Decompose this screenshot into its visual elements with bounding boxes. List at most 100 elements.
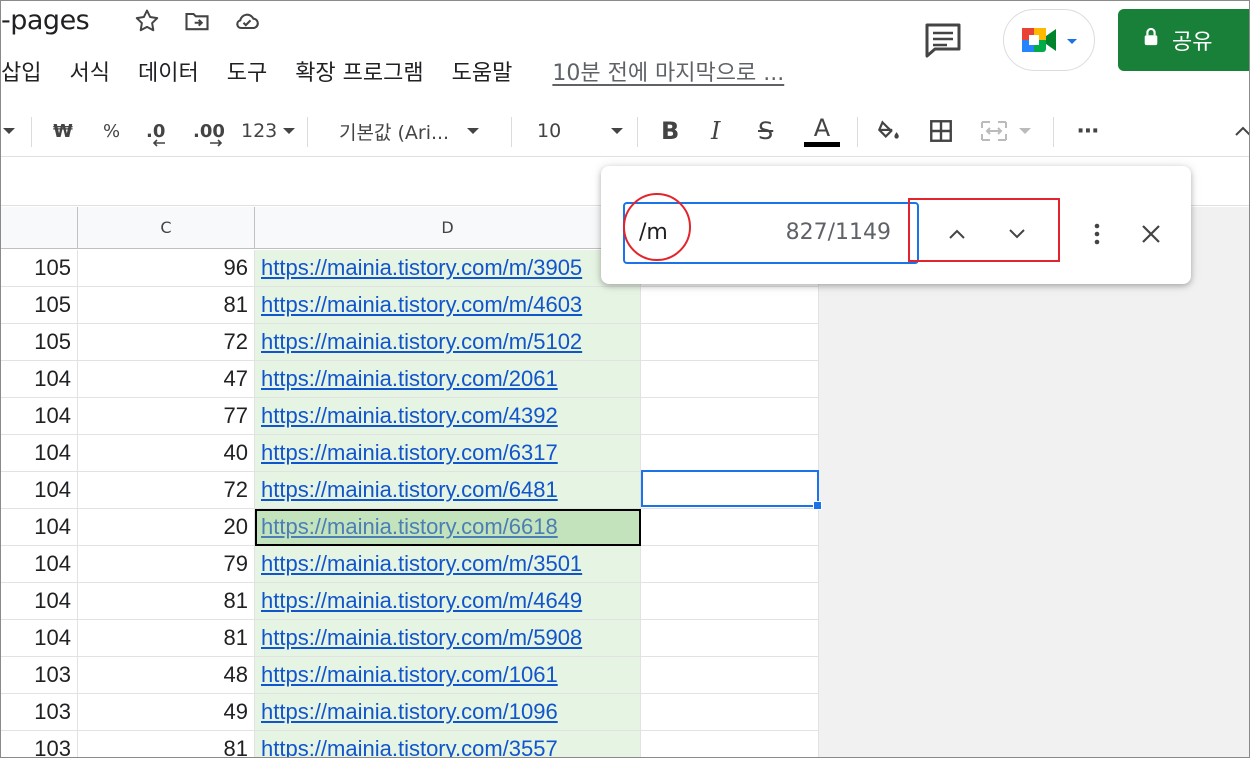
column-header-b[interactable]: [1, 207, 78, 249]
cell-e[interactable]: [641, 287, 819, 324]
star-icon[interactable]: [133, 7, 161, 39]
menu-tools[interactable]: 도구: [227, 55, 267, 87]
url-link[interactable]: https://mainia.tistory.com/1096: [261, 699, 558, 725]
cell-c[interactable]: 81: [78, 731, 255, 757]
selected-cell[interactable]: [641, 470, 822, 510]
cell-c[interactable]: 48: [78, 657, 255, 694]
cell-c[interactable]: 72: [78, 472, 255, 509]
url-link[interactable]: https://mainia.tistory.com/m/5908: [261, 625, 582, 651]
menu-extensions[interactable]: 확장 프로그램: [295, 55, 423, 87]
currency-format-button[interactable]: ₩: [53, 105, 73, 157]
cell-c[interactable]: 20: [78, 509, 255, 546]
url-link[interactable]: https://mainia.tistory.com/m/5102: [261, 329, 582, 355]
cell-d[interactable]: https://mainia.tistory.com/m/4649: [255, 583, 641, 620]
text-color-button[interactable]: A: [804, 105, 840, 157]
last-edit-link[interactable]: 10분 전에 마지막으로 ...: [552, 55, 784, 87]
cell-b[interactable]: 105: [1, 250, 78, 287]
cell-d[interactable]: https://mainia.tistory.com/m/5102: [255, 324, 641, 361]
cell-c[interactable]: 77: [78, 398, 255, 435]
cell-b[interactable]: 103: [1, 694, 78, 731]
url-link[interactable]: https://mainia.tistory.com/m/3905: [261, 255, 582, 281]
cell-d[interactable]: https://mainia.tistory.com/2061: [255, 361, 641, 398]
cell-b[interactable]: 105: [1, 324, 78, 361]
cell-d-current-match[interactable]: https://mainia.tistory.com/6618: [255, 509, 641, 546]
font-size-dropdown[interactable]: 10: [537, 105, 624, 157]
cell-e[interactable]: [641, 435, 819, 472]
url-link[interactable]: https://mainia.tistory.com/m/3501: [261, 551, 582, 577]
cell-c[interactable]: 81: [78, 583, 255, 620]
cell-b[interactable]: 104: [1, 398, 78, 435]
menu-format[interactable]: 서식: [69, 55, 109, 87]
document-title[interactable]: -pages: [1, 5, 90, 36]
cell-e[interactable]: [641, 509, 819, 546]
cell-b[interactable]: 104: [1, 546, 78, 583]
cell-c[interactable]: 47: [78, 361, 255, 398]
cell-b[interactable]: 105: [1, 287, 78, 324]
cell-d[interactable]: https://mainia.tistory.com/1061: [255, 657, 641, 694]
cell-d[interactable]: https://mainia.tistory.com/m/3501: [255, 546, 641, 583]
cell-d[interactable]: https://mainia.tistory.com/3557: [255, 731, 641, 757]
url-link[interactable]: https://mainia.tistory.com/m/4603: [261, 292, 582, 318]
column-header-c[interactable]: C: [78, 207, 255, 249]
cell-d[interactable]: https://mainia.tistory.com/m/4603: [255, 287, 641, 324]
cell-b[interactable]: 104: [1, 583, 78, 620]
cell-b[interactable]: 104: [1, 361, 78, 398]
share-button[interactable]: 공유: [1118, 9, 1249, 71]
cell-c[interactable]: 96: [78, 250, 255, 287]
collapse-toolbar-button[interactable]: [1235, 105, 1249, 157]
cell-b[interactable]: 104: [1, 435, 78, 472]
cell-c[interactable]: 81: [78, 620, 255, 657]
url-link[interactable]: https://mainia.tistory.com/6481: [261, 477, 558, 503]
cell-b[interactable]: 104: [1, 509, 78, 546]
menu-data[interactable]: 데이터: [138, 55, 199, 87]
cell-c[interactable]: 49: [78, 694, 255, 731]
font-dropdown[interactable]: 기본값 (Ari...: [339, 105, 480, 157]
number-format-dropdown[interactable]: 123: [241, 105, 296, 157]
cell-d[interactable]: https://mainia.tistory.com/4392: [255, 398, 641, 435]
decrease-decimal-button[interactable]: .0: [146, 105, 165, 157]
cell-e[interactable]: [641, 583, 819, 620]
cell-b[interactable]: 104: [1, 620, 78, 657]
url-link[interactable]: https://mainia.tistory.com/3557: [261, 736, 558, 757]
cell-d[interactable]: https://mainia.tistory.com/1096: [255, 694, 641, 731]
borders-button[interactable]: [928, 105, 954, 157]
cell-d[interactable]: https://mainia.tistory.com/6317: [255, 435, 641, 472]
url-link[interactable]: https://mainia.tistory.com/2061: [261, 366, 558, 392]
fill-handle[interactable]: [813, 501, 822, 510]
zoom-dropdown[interactable]: [1, 105, 15, 157]
fill-color-button[interactable]: [876, 105, 902, 157]
close-find-button[interactable]: [1133, 216, 1169, 252]
cell-b[interactable]: 104: [1, 472, 78, 509]
cell-e[interactable]: [641, 361, 819, 398]
cell-c[interactable]: 72: [78, 324, 255, 361]
move-folder-icon[interactable]: [183, 7, 211, 39]
menu-help[interactable]: 도움말: [452, 55, 513, 87]
cell-e[interactable]: [641, 657, 819, 694]
strikethrough-button[interactable]: S: [758, 105, 773, 157]
cell-d[interactable]: https://mainia.tistory.com/m/5908: [255, 620, 641, 657]
menu-insert[interactable]: 삽입: [1, 55, 41, 87]
cell-e[interactable]: [641, 694, 819, 731]
find-more-options-button[interactable]: [1079, 216, 1115, 252]
cloud-saved-icon[interactable]: [233, 7, 261, 39]
url-link[interactable]: https://mainia.tistory.com/6317: [261, 440, 558, 466]
url-link[interactable]: https://mainia.tistory.com/1061: [261, 662, 558, 688]
cell-c[interactable]: 81: [78, 287, 255, 324]
more-options-button[interactable]: ⋯: [1077, 105, 1100, 157]
increase-decimal-button[interactable]: .00: [193, 105, 225, 157]
percent-format-button[interactable]: %: [103, 105, 120, 157]
comment-history-button[interactable]: [921, 21, 965, 61]
cell-c[interactable]: 40: [78, 435, 255, 472]
meet-button[interactable]: [1003, 9, 1095, 71]
italic-button[interactable]: I: [711, 105, 720, 157]
cell-b[interactable]: 103: [1, 657, 78, 694]
bold-button[interactable]: B: [661, 105, 679, 157]
cell-e[interactable]: [641, 620, 819, 657]
cell-d[interactable]: https://mainia.tistory.com/m/3905: [255, 250, 641, 287]
url-link[interactable]: https://mainia.tistory.com/6618: [261, 514, 558, 540]
url-link[interactable]: https://mainia.tistory.com/m/4649: [261, 588, 582, 614]
cell-e[interactable]: [641, 546, 819, 583]
column-header-d[interactable]: D: [255, 207, 641, 249]
cell-d[interactable]: https://mainia.tistory.com/6481: [255, 472, 641, 509]
cell-e[interactable]: [641, 398, 819, 435]
